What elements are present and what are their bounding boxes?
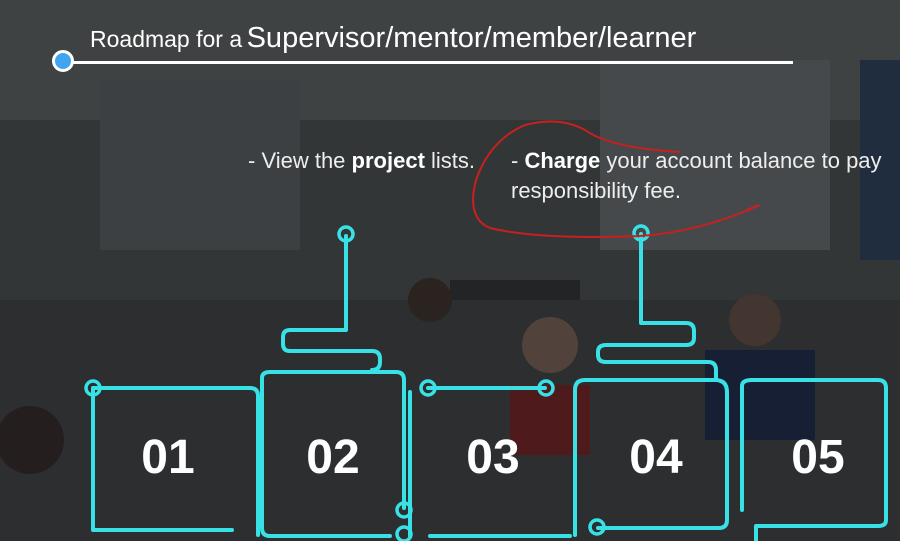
red-annotation-scribble (472, 120, 761, 238)
connector-note-2 (596, 232, 718, 382)
connector-note-1 (281, 234, 382, 372)
step-number-01: 01 (141, 431, 195, 484)
step-number-02: 02 (306, 431, 360, 484)
step-number-04: 04 (629, 431, 683, 484)
step-number-03: 03 (466, 431, 520, 484)
step-number-05: 05 (791, 431, 845, 484)
